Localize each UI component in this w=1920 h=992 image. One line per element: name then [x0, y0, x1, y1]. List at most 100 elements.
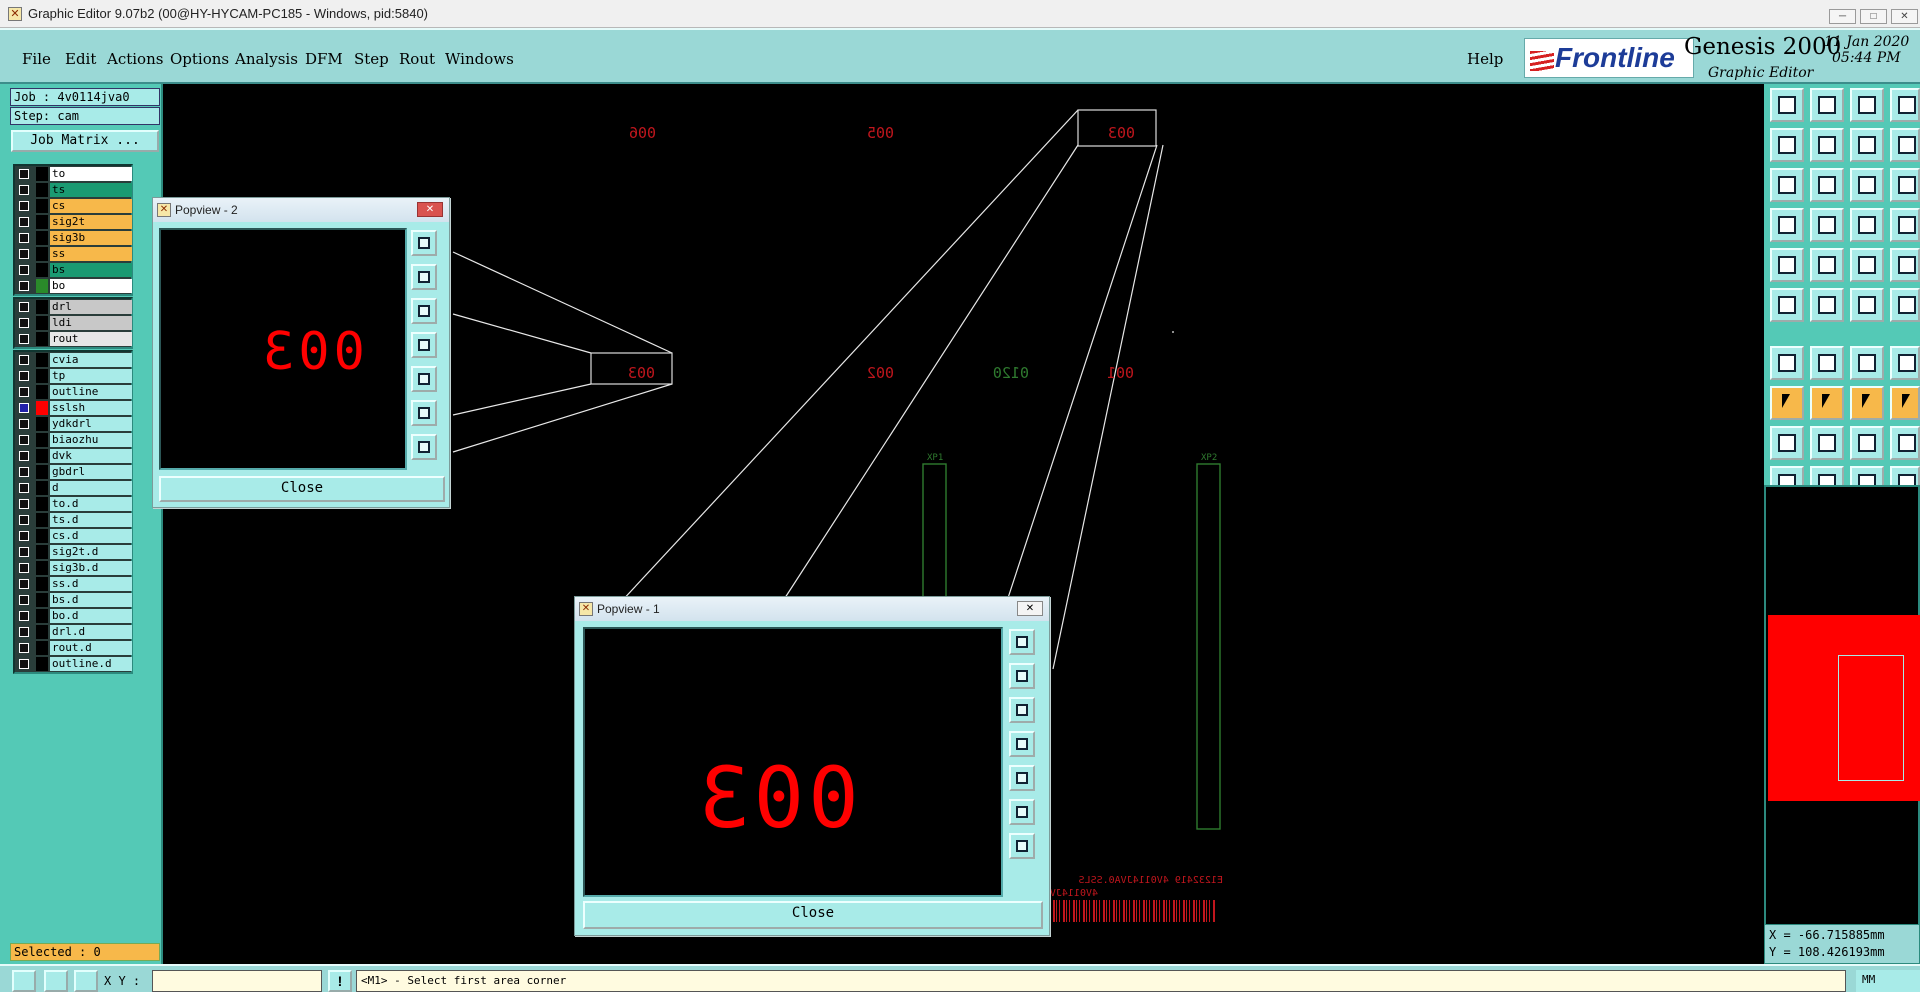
layer-name[interactable]: ydkdrl [50, 417, 132, 431]
layer-row[interactable]: gbdrl [15, 464, 132, 480]
tool-button-icon[interactable] [1890, 128, 1920, 162]
layer-name[interactable]: ss [50, 247, 132, 261]
maximize-button[interactable]: □ [1860, 9, 1887, 24]
tool-button-icon[interactable] [1890, 386, 1920, 420]
layer-checkbox[interactable] [19, 659, 29, 669]
layer-color-swatch[interactable] [36, 529, 48, 543]
layer-name[interactable]: biaozhu [50, 433, 132, 447]
popview-2-zoom-out-icon[interactable] [411, 298, 437, 324]
layer-name[interactable]: bs [50, 263, 132, 277]
tool-button-icon[interactable] [1770, 248, 1804, 282]
layer-name[interactable]: outline.d [50, 657, 132, 671]
tool-button-icon[interactable] [1890, 346, 1920, 380]
layer-row[interactable]: sig2t.d [15, 544, 132, 560]
layer-checkbox[interactable] [19, 302, 29, 312]
tool-button-icon[interactable] [1770, 168, 1804, 202]
layer-name[interactable]: ldi [50, 316, 132, 330]
tool-button-icon[interactable] [1850, 426, 1884, 460]
menu-options[interactable]: Options [170, 50, 229, 68]
tool-button-icon[interactable] [1810, 208, 1844, 242]
tool-button-icon[interactable] [1810, 248, 1844, 282]
layer-checkbox[interactable] [19, 169, 29, 179]
layer-color-swatch[interactable] [36, 657, 48, 671]
layer-checkbox[interactable] [19, 563, 29, 573]
execute-icon[interactable]: ! [328, 970, 352, 992]
layer-name[interactable]: ts [50, 183, 132, 197]
tool-button-icon[interactable] [1770, 88, 1804, 122]
layer-name[interactable]: cvia [50, 353, 132, 367]
popview-2-pan-left-icon[interactable] [411, 332, 437, 358]
layer-row[interactable]: outline [15, 384, 132, 400]
tool-button-icon[interactable] [1810, 346, 1844, 380]
tool-button-icon[interactable] [1850, 128, 1884, 162]
tool-button-icon[interactable] [1810, 288, 1844, 322]
layer-row[interactable]: cs [15, 198, 132, 214]
popview-1-zoom-out-icon[interactable] [1009, 697, 1035, 723]
layer-name[interactable]: ts.d [50, 513, 132, 527]
layer-row[interactable]: bo [15, 278, 132, 294]
popview-1-close-button[interactable]: Close [583, 901, 1043, 929]
tool-button-icon[interactable] [1850, 248, 1884, 282]
layer-color-swatch[interactable] [36, 641, 48, 655]
layer-row[interactable]: tp [15, 368, 132, 384]
layer-name[interactable]: gbdrl [50, 465, 132, 479]
units-display[interactable]: MM [1856, 970, 1920, 992]
layer-checkbox[interactable] [19, 483, 29, 493]
layer-name[interactable]: rout.d [50, 641, 132, 655]
tool-button-icon[interactable] [1770, 288, 1804, 322]
grid-icon[interactable] [74, 970, 98, 992]
tool-button-icon[interactable] [1850, 346, 1884, 380]
layer-row[interactable]: ts [15, 182, 132, 198]
layer-color-swatch[interactable] [36, 247, 48, 261]
menu-help[interactable]: Help [1467, 50, 1503, 68]
layer-color-swatch[interactable] [36, 353, 48, 367]
layer-name[interactable]: ss.d [50, 577, 132, 591]
layer-color-swatch[interactable] [36, 417, 48, 431]
layer-name[interactable]: bo [50, 279, 132, 293]
layer-checkbox[interactable] [19, 611, 29, 621]
layer-name[interactable]: outline [50, 385, 132, 399]
layer-row[interactable]: rout.d [15, 640, 132, 656]
layer-name[interactable]: to.d [50, 497, 132, 511]
layer-checkbox[interactable] [19, 451, 29, 461]
popview-2-zoom-home-icon[interactable] [411, 230, 437, 256]
layer-checkbox[interactable] [19, 233, 29, 243]
layer-color-swatch[interactable] [36, 497, 48, 511]
menu-file[interactable]: File [22, 50, 51, 68]
layer-color-swatch[interactable] [36, 401, 48, 415]
layer-row[interactable]: bs.d [15, 592, 132, 608]
tool-button-icon[interactable] [1850, 208, 1884, 242]
layer-name[interactable]: sig2t.d [50, 545, 132, 559]
tool-button-icon[interactable] [1850, 88, 1884, 122]
tool-button-icon[interactable] [1770, 128, 1804, 162]
layer-name[interactable]: bo.d [50, 609, 132, 623]
layer-row[interactable]: biaozhu [15, 432, 132, 448]
layer-row[interactable]: cs.d [15, 528, 132, 544]
layer-row[interactable]: ts.d [15, 512, 132, 528]
layer-color-swatch[interactable] [36, 316, 48, 330]
layer-checkbox[interactable] [19, 531, 29, 541]
layer-name[interactable]: cs.d [50, 529, 132, 543]
layer-checkbox[interactable] [19, 403, 29, 413]
layer-name[interactable]: tp [50, 369, 132, 383]
tool-button-icon[interactable] [1770, 346, 1804, 380]
popview-2-fit-icon[interactable] [411, 400, 437, 426]
snap-icon[interactable] [12, 970, 36, 992]
layer-checkbox[interactable] [19, 419, 29, 429]
tool-button-icon[interactable] [1810, 386, 1844, 420]
popview-2-pan-right-icon[interactable] [411, 366, 437, 392]
layer-checkbox[interactable] [19, 643, 29, 653]
layer-color-swatch[interactable] [36, 231, 48, 245]
tool-button-icon[interactable] [1770, 386, 1804, 420]
menu-edit[interactable]: Edit [65, 50, 96, 68]
menu-analysis[interactable]: Analysis [235, 50, 298, 68]
layer-color-swatch[interactable] [36, 215, 48, 229]
overview-map[interactable] [1764, 485, 1920, 945]
layer-row[interactable]: to [15, 166, 132, 182]
layer-name[interactable]: sig2t [50, 215, 132, 229]
popview-1-zoom-in-icon[interactable] [1009, 663, 1035, 689]
tool-button-icon[interactable] [1890, 288, 1920, 322]
job-matrix-button[interactable]: Job Matrix ... [11, 130, 159, 152]
layer-checkbox[interactable] [19, 318, 29, 328]
popview-2-zoom-in-icon[interactable] [411, 264, 437, 290]
